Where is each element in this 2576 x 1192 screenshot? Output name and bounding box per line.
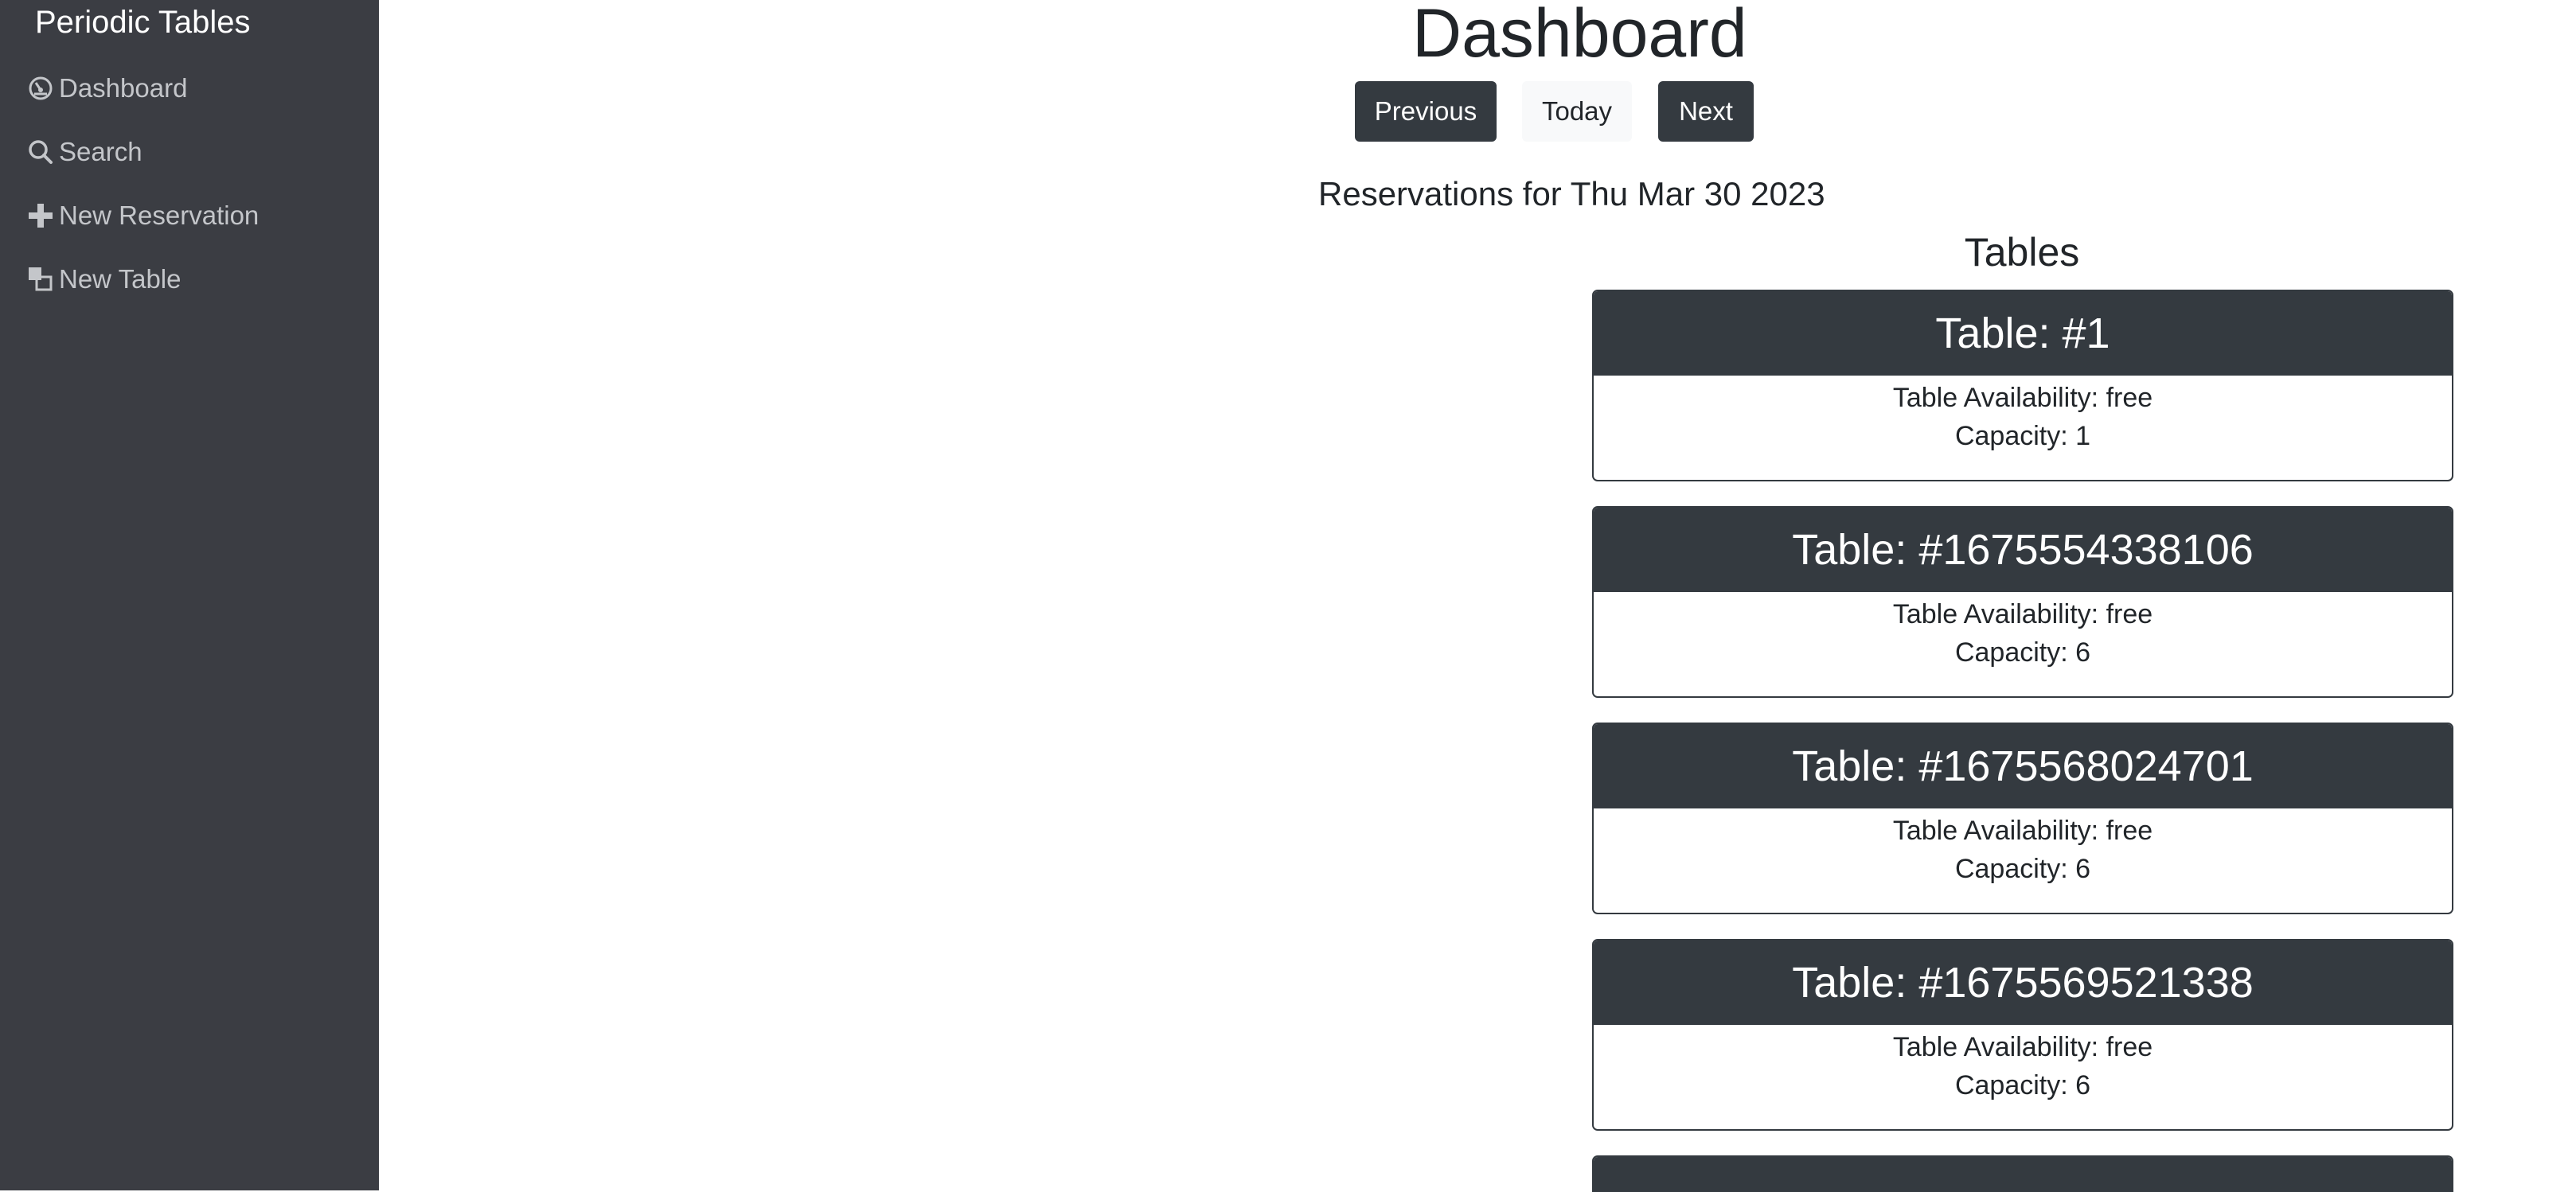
table-availability: Table Availability: free	[1892, 599, 2153, 629]
dashboard-icon	[27, 75, 54, 102]
table-card: Table: #1675569521338 Table Availability…	[1592, 939, 2453, 1131]
table-card-title: Table: #1675554338106	[1594, 508, 2452, 592]
table-card: Table: #1675554338106 Table Availability…	[1592, 506, 2453, 698]
sidebar-item-dashboard[interactable]: Dashboard	[27, 68, 187, 108]
table-availability: Table Availability: free	[1892, 1032, 2153, 1062]
table-card-title: Table: #1675568024701	[1594, 724, 2452, 808]
sidebar-item-label: Dashboard	[59, 73, 188, 103]
layers-icon	[27, 266, 54, 293]
today-button[interactable]: Today	[1522, 81, 1632, 142]
next-button[interactable]: Next	[1658, 81, 1754, 142]
sidebar-item-label: Search	[59, 137, 142, 166]
brand-title[interactable]: Periodic Tables	[35, 5, 251, 41]
sidebar-item-label: New Reservation	[59, 201, 260, 230]
sidebar-item-label: New Table	[59, 264, 181, 294]
table-card-header-partial	[1594, 1157, 2452, 1192]
page-title: Dashboard	[1412, 0, 1747, 72]
table-card-partial	[1592, 1155, 2453, 1192]
sidebar-item-search[interactable]: Search	[27, 132, 142, 172]
table-capacity: Capacity: 1	[1954, 421, 2091, 451]
table-card-title: Table: #1675569521338	[1594, 941, 2452, 1025]
plus-icon	[27, 202, 54, 229]
table-capacity: Capacity: 6	[1954, 1070, 2091, 1100]
table-card: Table: #1 Table Availability: free Capac…	[1592, 290, 2453, 481]
table-capacity: Capacity: 6	[1954, 854, 2091, 884]
main-content: Dashboard Previous Today Next Reservatio…	[379, 0, 2576, 1192]
previous-button[interactable]: Previous	[1355, 81, 1497, 142]
sidebar-item-new-table[interactable]: New Table	[27, 259, 181, 299]
table-availability: Table Availability: free	[1892, 383, 2153, 413]
table-availability: Table Availability: free	[1892, 816, 2153, 846]
sidebar-item-new-reservation[interactable]: New Reservation	[27, 196, 259, 236]
table-capacity: Capacity: 6	[1954, 637, 2091, 668]
reservations-heading: Reservations for Thu Mar 30 2023	[1318, 175, 1825, 212]
sidebar: Periodic Tables Dashboard Search New Res…	[0, 0, 379, 1190]
table-card-title: Table: #1	[1594, 291, 2452, 376]
table-card: Table: #1675568024701 Table Availability…	[1592, 723, 2453, 914]
search-icon	[27, 138, 54, 166]
tables-heading: Tables	[1964, 230, 2080, 275]
